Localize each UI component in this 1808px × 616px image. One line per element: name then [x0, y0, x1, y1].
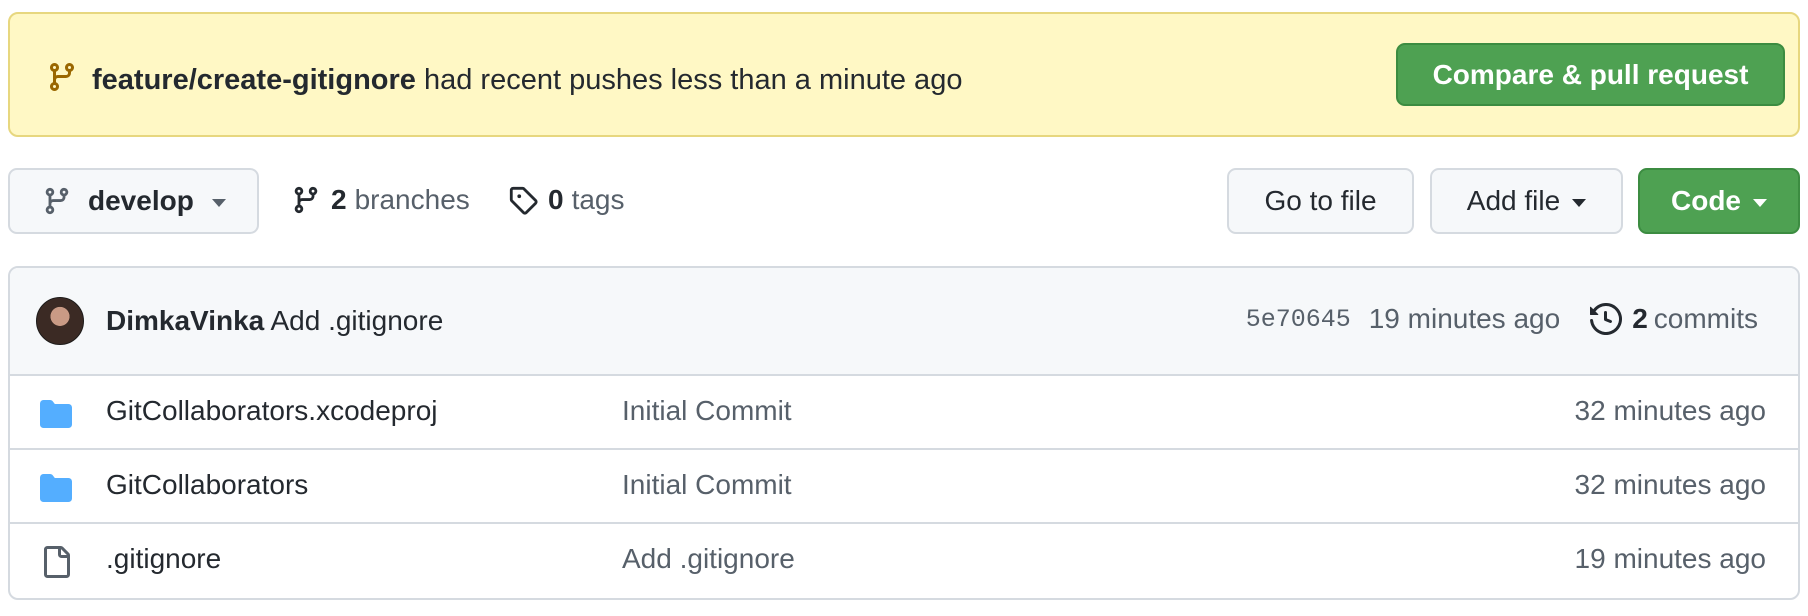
commit-message: DimkaVinka Add .gitignore — [106, 305, 443, 337]
go-to-file-button[interactable]: Go to file — [1227, 168, 1414, 234]
compare-pull-request-button[interactable]: Compare & pull request — [1396, 43, 1785, 106]
git-branch-icon — [294, 186, 318, 214]
repo-toolbar: develop 2 branches 0 tags Go to file Add… — [0, 168, 1808, 236]
tag-icon — [509, 186, 538, 215]
table-row: GitCollaborators Initial Commit 32 minut… — [10, 450, 1798, 524]
file-name-link[interactable]: .gitignore — [106, 543, 221, 575]
folder-icon — [40, 474, 72, 502]
git-branch-icon — [49, 63, 74, 92]
chevron-down-icon — [1753, 198, 1767, 207]
go-to-file-label: Go to file — [1264, 185, 1377, 216]
commit-author[interactable]: DimkaVinka — [106, 305, 264, 336]
file-list-box: DimkaVinka Add .gitignore 5e70645 19 min… — [8, 266, 1800, 600]
add-file-label: Add file — [1466, 185, 1561, 216]
file-icon — [44, 546, 70, 578]
recent-push-banner: feature/create-gitignore had recent push… — [8, 12, 1800, 137]
tags-count: 0 — [548, 184, 564, 215]
chevron-down-icon — [211, 198, 226, 207]
commits-count: 2 — [1632, 303, 1648, 334]
file-age: 19 minutes ago — [1574, 543, 1766, 574]
history-icon — [1590, 303, 1623, 335]
code-label: Code — [1671, 185, 1741, 216]
add-file-button[interactable]: Add file — [1430, 168, 1623, 234]
commits-link[interactable]: 2 commits — [1632, 303, 1758, 335]
commit-meta: 5e70645 19 minutes ago 2 commits — [1246, 303, 1758, 335]
file-name-link[interactable]: GitCollaborators — [106, 469, 308, 501]
banner-text: had recent pushes less than a minute ago — [415, 64, 963, 96]
commit-sha[interactable]: 5e70645 — [1246, 305, 1351, 334]
tags-link[interactable]: 0 tags — [508, 184, 625, 216]
file-commit-message[interactable]: Add .gitignore — [622, 543, 795, 575]
commit-title[interactable]: Add .gitignore — [270, 305, 443, 336]
latest-commit-header: DimkaVinka Add .gitignore 5e70645 19 min… — [10, 268, 1798, 376]
branches-label: branches — [354, 184, 470, 215]
chevron-down-icon — [1572, 198, 1587, 207]
table-row: GitCollaborators.xcodeproj Initial Commi… — [10, 376, 1798, 450]
commits-label: commits — [1653, 303, 1758, 334]
git-branch-icon — [45, 187, 69, 215]
banner-branch-name[interactable]: feature/create-gitignore — [92, 64, 416, 96]
code-button[interactable]: Code — [1638, 168, 1800, 234]
branches-count: 2 — [331, 184, 347, 215]
commit-time[interactable]: 19 minutes ago — [1369, 303, 1560, 335]
file-name-link[interactable]: GitCollaborators.xcodeproj — [106, 395, 438, 427]
branches-link[interactable]: 2 branches — [291, 184, 470, 216]
file-age: 32 minutes ago — [1574, 469, 1766, 500]
file-commit-message[interactable]: Initial Commit — [622, 395, 792, 427]
tags-label: tags — [571, 184, 625, 215]
table-row: .gitignore Add .gitignore 19 minutes ago — [10, 524, 1798, 598]
branch-selector-label: develop — [88, 185, 194, 216]
folder-icon — [40, 400, 72, 428]
banner-message: feature/create-gitignore had recent push… — [92, 64, 962, 96]
file-age: 32 minutes ago — [1574, 395, 1766, 426]
avatar[interactable] — [36, 297, 84, 345]
file-commit-message[interactable]: Initial Commit — [622, 469, 792, 501]
branch-selector-button[interactable]: develop — [8, 168, 259, 234]
